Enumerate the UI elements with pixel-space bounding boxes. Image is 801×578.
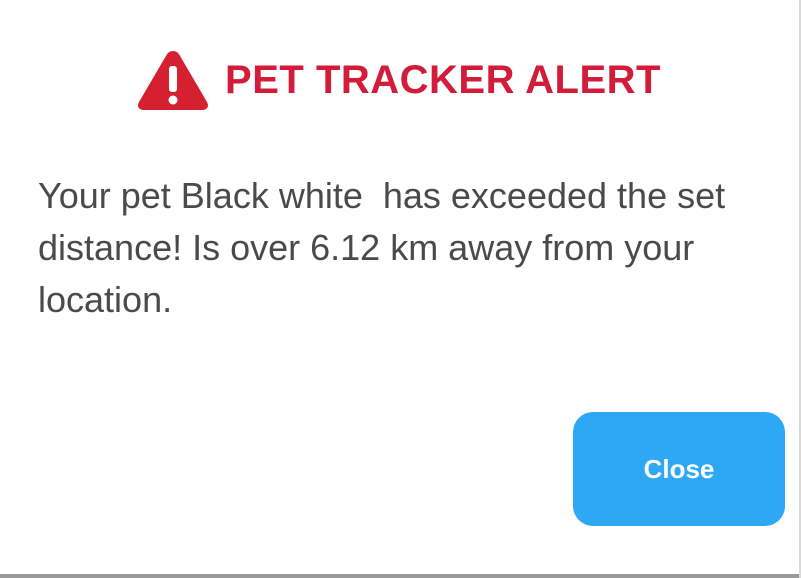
pet-tracker-alert-dialog: PET TRACKER ALERT Your pet Black white h… [0,0,801,578]
dialog-header: PET TRACKER ALERT [0,44,801,116]
close-button[interactable]: Close [573,412,785,526]
warning-triangle-icon [138,51,209,110]
dialog-bottom-border [0,574,799,578]
alert-message: Your pet Black white has exceeded the se… [38,175,736,320]
dialog-title: PET TRACKER ALERT [225,57,661,102]
